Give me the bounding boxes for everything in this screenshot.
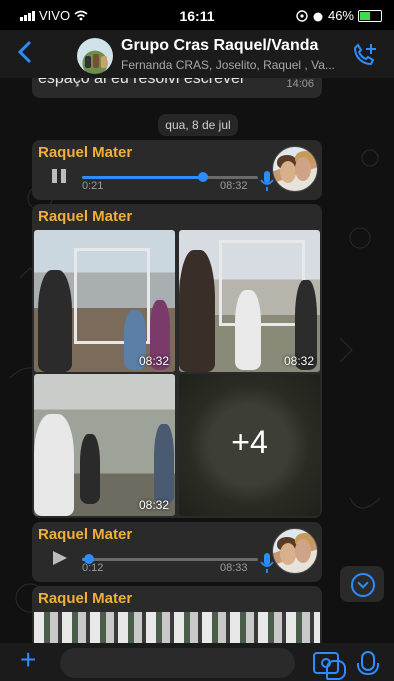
group-participants[interactable]: Fernanda CRAS, Joselito, Raquel , Va... [121,58,335,72]
audio-progress-track[interactable] [82,554,258,564]
audio-elapsed: 0:12 [82,562,104,574]
sender-avatar[interactable] [272,528,318,574]
message-time: 08:33 [220,562,248,574]
photo-thumbnail[interactable]: 08:32 [34,230,175,372]
message-time: 14:06 [286,78,314,90]
pause-icon[interactable] [50,168,68,184]
message-text: espaço ai eu resolvi escrever [38,78,246,87]
date-separator: qua, 8 de jul [158,114,238,136]
sender-avatar[interactable] [272,146,318,192]
audio-message[interactable]: Raquel Mater 0:21 08:32 [32,140,322,200]
group-title[interactable]: Grupo Cras Raquel/Vanda [121,37,318,55]
chevron-down-icon [351,573,375,597]
mic-icon[interactable] [357,651,379,675]
input-bar: + [0,643,394,681]
audio-elapsed: 0:21 [82,180,104,192]
battery-percent: 46% [327,8,354,23]
scroll-to-bottom-button[interactable] [340,566,384,602]
photo-album-message[interactable]: Raquel Mater 08:32 08:32 08:32 +4 [32,204,322,518]
message-input[interactable] [60,648,346,680]
location-icon [296,9,308,22]
chat-area[interactable]: espaço ai eu resolvi escrever 14:06 qua,… [0,78,394,643]
group-avatar[interactable] [77,38,113,74]
play-icon[interactable] [50,550,68,566]
more-photos-thumbnail[interactable]: +4 [179,374,320,516]
photo-time: 08:32 [283,354,314,368]
more-photos-count: +4 [231,424,268,460]
chat-header: Grupo Cras Raquel/Vanda Fernanda CRAS, J… [0,30,394,78]
call-add-icon[interactable] [351,42,379,68]
sender-name: Raquel Mater [38,590,133,607]
back-button[interactable] [17,40,32,68]
photo-thumbnail[interactable] [34,612,320,643]
audio-message[interactable]: Raquel Mater 0:12 08:33 [32,522,322,582]
chevron-left-icon [17,40,32,64]
sender-name: Raquel Mater [38,144,133,161]
audio-scrubber[interactable] [198,172,209,182]
sender-name: Raquel Mater [38,208,133,225]
camera-icon[interactable] [313,652,339,674]
audio-progress-played [82,176,204,179]
message-time: 08:32 [220,180,248,192]
photo-message[interactable]: Raquel Mater [32,586,322,643]
photo-thumbnail[interactable]: 08:32 [179,230,320,372]
attach-plus-icon[interactable]: + [20,644,36,676]
message-partial[interactable]: espaço ai eu resolvi escrever 14:06 [32,78,322,98]
photo-time: 08:32 [138,498,169,512]
alarm-icon [313,12,323,21]
audio-progress-track[interactable] [82,172,258,182]
status-bar: VIVO 16:11 46% [0,0,394,30]
photo-time: 08:32 [138,354,169,368]
photo-thumbnail[interactable]: 08:32 [34,374,175,516]
sender-name: Raquel Mater [38,526,133,543]
battery-icon [358,9,382,22]
battery-area: 46% [296,8,382,23]
